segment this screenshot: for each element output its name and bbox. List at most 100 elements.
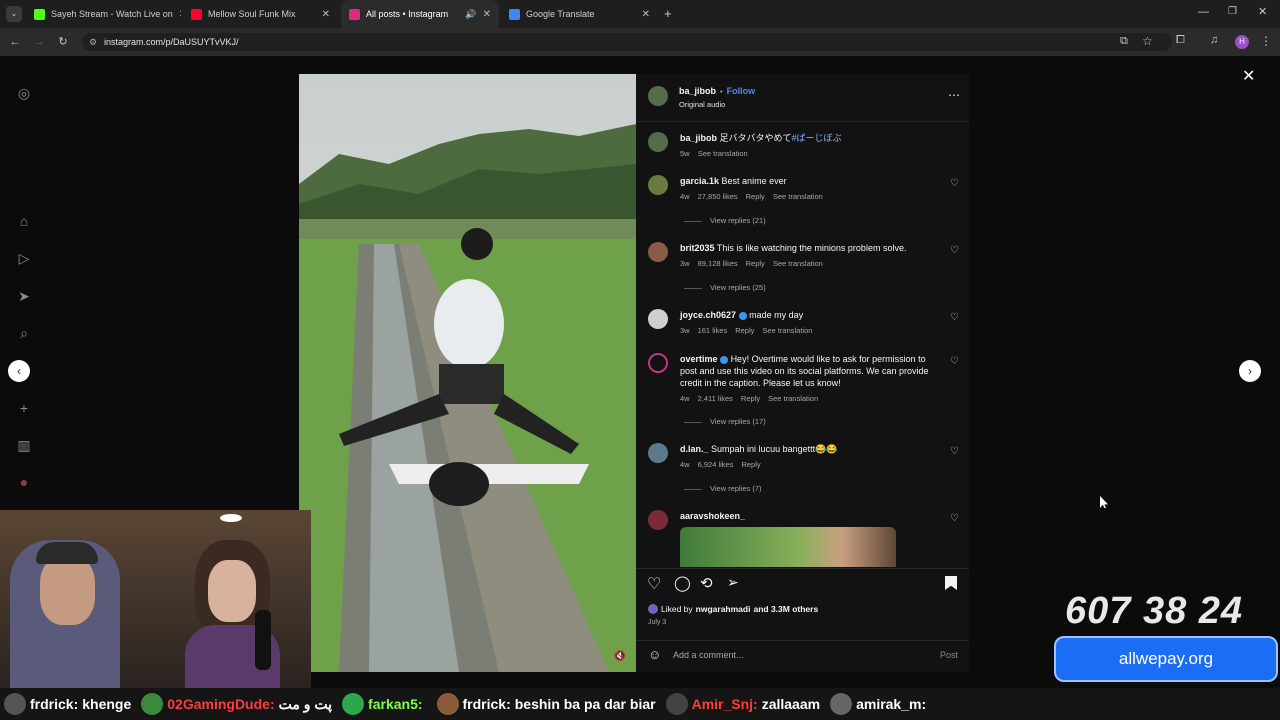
view-replies-button[interactable]: View replies (7): [684, 484, 762, 493]
next-post-button[interactable]: ›: [1239, 360, 1261, 382]
comment-likes[interactable]: 161 likes: [698, 326, 728, 335]
comment-likes[interactable]: 2,411 likes: [698, 394, 733, 403]
forward-icon[interactable]: →: [30, 33, 48, 51]
install-app-icon[interactable]: ⧉: [1120, 35, 1128, 48]
comment-avatar[interactable]: [648, 353, 668, 373]
comment-username[interactable]: brit2035: [680, 243, 715, 253]
like-comment-icon[interactable]: ♡: [950, 245, 959, 256]
like-icon[interactable]: ♡: [647, 574, 661, 594]
close-tab-icon[interactable]: ✕: [483, 9, 491, 20]
caption-avatar[interactable]: [648, 132, 668, 152]
see-translation-button[interactable]: See translation: [773, 259, 823, 268]
comment-username[interactable]: aaravshokeen_: [680, 511, 745, 521]
more-options-icon[interactable]: ⋯: [948, 88, 960, 102]
repost-icon[interactable]: ⟲: [700, 574, 713, 592]
reply-button[interactable]: Reply: [746, 259, 765, 268]
caption-see-translation[interactable]: See translation: [698, 149, 748, 158]
caption-username[interactable]: ba_jibob: [680, 133, 717, 143]
tab-sayeh-stream[interactable]: Sayeh Stream - Watch Live on ✕: [26, 0, 181, 28]
site-info-icon[interactable]: ⚙: [89, 37, 97, 48]
like-comment-icon[interactable]: ♡: [950, 312, 959, 323]
reply-button[interactable]: Reply: [741, 394, 760, 403]
post-panel: ba_jibob • Follow Original audio ⋯ ba_ji…: [636, 74, 969, 672]
reply-button[interactable]: Reply: [735, 326, 754, 335]
media-control-icon[interactable]: ♫: [1210, 34, 1218, 46]
home-icon[interactable]: ⌂: [14, 211, 34, 231]
chat-avatar: [436, 693, 459, 715]
profile-icon[interactable]: ●: [14, 472, 34, 492]
comment-likes[interactable]: 6,924 likes: [698, 460, 734, 469]
view-replies-button[interactable]: View replies (21): [684, 216, 766, 225]
comment-username[interactable]: overtime: [680, 354, 718, 364]
comment-text: Sumpah ini lucuu bangettt😂😂: [711, 444, 838, 454]
bookmark-star-icon[interactable]: ☆: [1142, 34, 1153, 48]
comment-avatar[interactable]: [648, 443, 668, 463]
like-comment-icon[interactable]: ♡: [950, 178, 959, 189]
dashboard-icon[interactable]: ▥: [14, 435, 34, 455]
comment-avatar[interactable]: [648, 309, 668, 329]
see-translation-button[interactable]: See translation: [773, 192, 823, 201]
post-video[interactable]: 🔇: [299, 74, 636, 672]
see-translation-button[interactable]: See translation: [762, 326, 812, 335]
instagram-logo-icon[interactable]: ◎: [14, 83, 34, 103]
chat-message: amirak_m:: [830, 693, 930, 715]
tab-mellow-soul[interactable]: Mellow Soul Funk Mix ✕: [183, 0, 338, 28]
new-tab-button[interactable]: +: [664, 6, 672, 21]
view-replies-button[interactable]: View replies (25): [684, 283, 766, 292]
view-replies-button[interactable]: View replies (17): [684, 417, 766, 426]
emoji-icon[interactable]: ☺: [648, 647, 661, 662]
close-modal-icon[interactable]: ✕: [1242, 66, 1255, 86]
author-username[interactable]: ba_jibob: [679, 86, 716, 96]
liked-by-suffix[interactable]: and 3.3M others: [753, 604, 818, 614]
restore-icon[interactable]: ❐: [1228, 6, 1237, 17]
post-comment-button[interactable]: Post: [940, 650, 958, 660]
minimize-icon[interactable]: —: [1198, 6, 1209, 18]
like-comment-icon[interactable]: ♡: [950, 513, 959, 524]
reload-icon[interactable]: ↻: [54, 33, 72, 51]
profile-avatar[interactable]: H: [1235, 35, 1249, 49]
comment-username[interactable]: garcia.1k: [680, 176, 719, 186]
comment-icon[interactable]: ◯: [674, 574, 691, 592]
comment-likes[interactable]: 89,128 likes: [698, 259, 738, 268]
caption-hashtag[interactable]: #ばーじぼぶ: [792, 133, 842, 143]
comment-avatar[interactable]: [648, 175, 668, 195]
messages-icon[interactable]: ➤: [14, 286, 34, 306]
mute-icon[interactable]: 🔇: [614, 651, 626, 662]
address-bar[interactable]: ⚙ instagram.com/p/DaUSUYTvVKJ/: [82, 33, 1172, 51]
share-icon[interactable]: ➢: [727, 574, 739, 591]
comment-likes[interactable]: 27,850 likes: [698, 192, 738, 201]
like-comment-icon[interactable]: ♡: [950, 356, 959, 367]
like-comment-icon[interactable]: ♡: [950, 446, 959, 457]
see-translation-button[interactable]: See translation: [768, 394, 818, 403]
reply-button[interactable]: Reply: [746, 192, 765, 201]
author-avatar[interactable]: [648, 86, 668, 106]
save-icon[interactable]: [945, 576, 957, 590]
tab-google-translate[interactable]: Google Translate ✕: [501, 0, 658, 28]
tab-instagram[interactable]: All posts • Instagram 🔊 ✕: [341, 0, 499, 28]
extensions-icon[interactable]: ⧠: [1176, 34, 1185, 47]
liked-by-user[interactable]: nwgarahmadi: [696, 604, 751, 614]
comment-avatar[interactable]: [648, 510, 668, 530]
chat-text: beshin ba pa dar biar: [514, 696, 656, 712]
previous-post-button[interactable]: ‹: [8, 360, 30, 382]
comment-image[interactable]: [680, 527, 896, 567]
comment-avatar[interactable]: [648, 242, 668, 262]
speaker-icon[interactable]: 🔊: [465, 9, 476, 20]
add-comment-input[interactable]: Add a comment...: [673, 650, 744, 660]
close-tab-icon[interactable]: ✕: [322, 9, 330, 20]
search-icon[interactable]: ⌕: [14, 323, 34, 343]
browser-menu-icon[interactable]: ⋮: [1260, 34, 1272, 48]
follow-button[interactable]: Follow: [727, 86, 756, 96]
reels-icon[interactable]: ▷: [14, 248, 34, 268]
back-icon[interactable]: ←: [6, 33, 24, 51]
close-tab-icon[interactable]: ✕: [179, 9, 181, 20]
comment-username[interactable]: d.lan._: [680, 444, 709, 454]
tab-search-button[interactable]: ⌄: [6, 6, 22, 22]
close-window-icon[interactable]: ✕: [1258, 5, 1267, 18]
reply-button[interactable]: Reply: [741, 460, 760, 469]
chat-text: khenge: [82, 696, 132, 712]
close-tab-icon[interactable]: ✕: [642, 9, 650, 20]
create-icon[interactable]: +: [14, 398, 34, 418]
audio-label[interactable]: Original audio: [679, 100, 725, 109]
comment-username[interactable]: joyce.ch0627: [680, 310, 736, 320]
